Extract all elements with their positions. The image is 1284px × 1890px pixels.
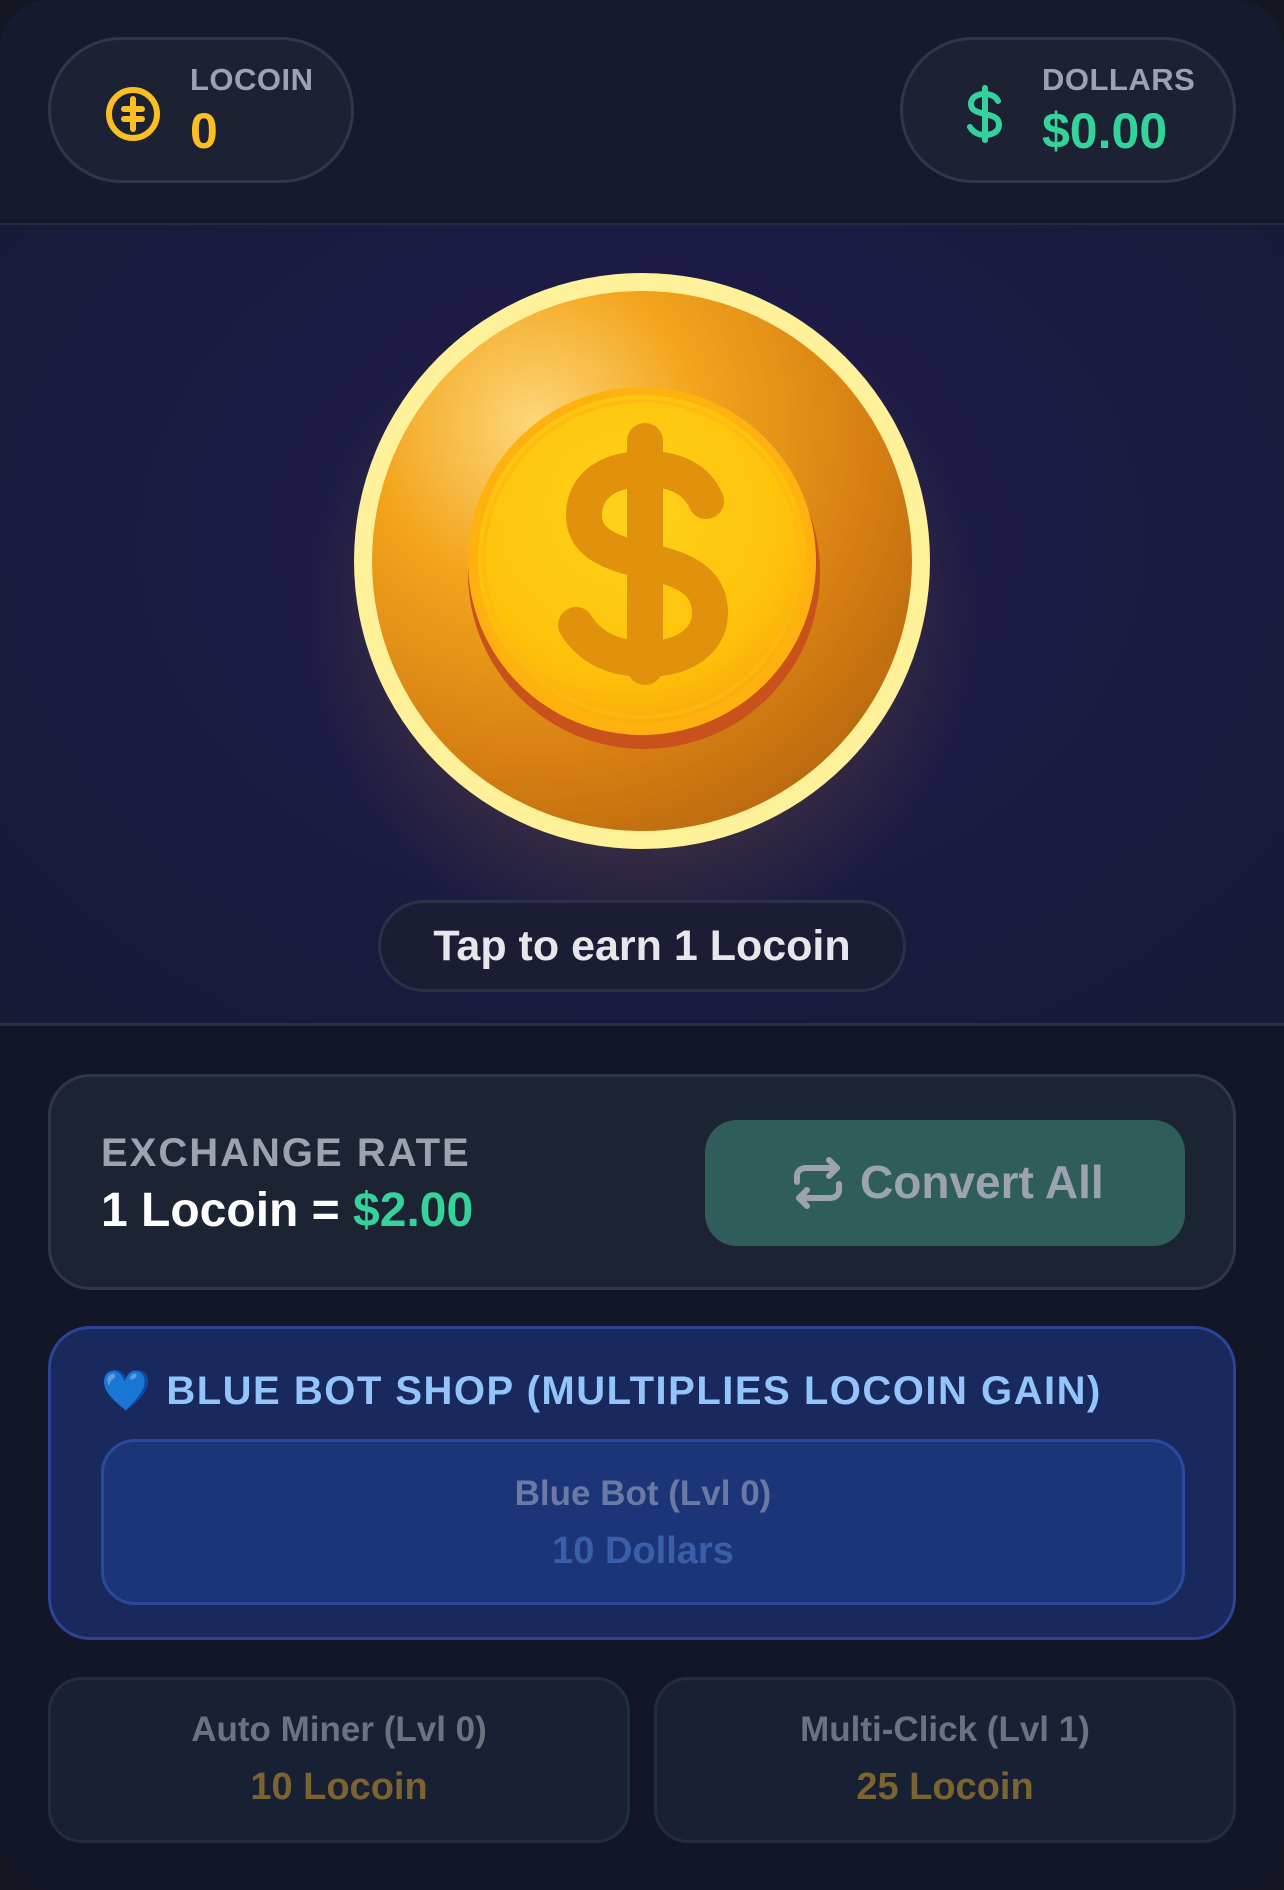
shop-title: 💙 BLUE BOT SHOP (MULTIPLIES LOCOIN GAIN) (101, 1367, 1102, 1414)
blue-bot-shop: 💙 BLUE BOT SHOP (MULTIPLIES LOCOIN GAIN) … (48, 1326, 1236, 1640)
multi-click-upgrade-button[interactable]: Multi-Click (Lvl 1) 25 Locoin (654, 1677, 1236, 1843)
exchange-rate-prefix: 1 Locoin = (101, 1184, 354, 1237)
exchange-rate-money: $2.00 (353, 1184, 474, 1237)
convert-all-button[interactable]: Convert All (705, 1120, 1185, 1246)
dollars-value: $0.00 (1042, 103, 1168, 159)
tap-hint: Tap to earn 1 Locoin (378, 900, 906, 992)
tap-coin-button[interactable] (354, 273, 930, 849)
dollar-icon (967, 85, 1003, 143)
locoin-value: 0 (190, 103, 218, 159)
multi-click-name: Multi-Click (Lvl 1) (800, 1710, 1090, 1749)
convert-all-label: Convert All (860, 1156, 1104, 1208)
blue-bot-price: 10 Dollars (552, 1530, 734, 1572)
swap-arrows-icon (794, 1157, 842, 1209)
exchange-rate-value: 1 Locoin = $2.00 (101, 1183, 473, 1238)
shop-title-text: BLUE BOT SHOP (MULTIPLIES LOCOIN GAIN) (166, 1369, 1102, 1413)
app-screen: LOCOIN 0 DOLLARS $0.00 Tap to earn 1 Loc… (0, 0, 1284, 1890)
dollars-label: DOLLARS (1042, 62, 1196, 97)
blue-bot-name: Blue Bot (Lvl 0) (514, 1474, 772, 1513)
auto-miner-upgrade-button[interactable]: Auto Miner (Lvl 0) 10 Locoin (48, 1677, 630, 1843)
locoin-icon (106, 87, 160, 141)
dollars-balance-pill: DOLLARS $0.00 (900, 37, 1236, 183)
auto-miner-price: 10 Locoin (250, 1766, 428, 1808)
exchange-card: EXCHANGE RATE 1 Locoin = $2.00 Convert A… (48, 1074, 1236, 1290)
tap-zone: Tap to earn 1 Locoin (0, 225, 1284, 1026)
locoin-balance-pill: LOCOIN 0 (48, 37, 354, 183)
locoin-label: LOCOIN (190, 62, 314, 97)
blue-bot-item-button[interactable]: Blue Bot (Lvl 0) 10 Dollars (101, 1439, 1185, 1605)
blue-heart-icon: 💙 (101, 1369, 153, 1413)
multi-click-price: 25 Locoin (856, 1766, 1034, 1808)
dollar-coin-icon (354, 273, 930, 849)
auto-miner-name: Auto Miner (Lvl 0) (191, 1710, 487, 1749)
exchange-rate-label: EXCHANGE RATE (101, 1131, 471, 1175)
balance-header: LOCOIN 0 DOLLARS $0.00 (0, 0, 1284, 225)
